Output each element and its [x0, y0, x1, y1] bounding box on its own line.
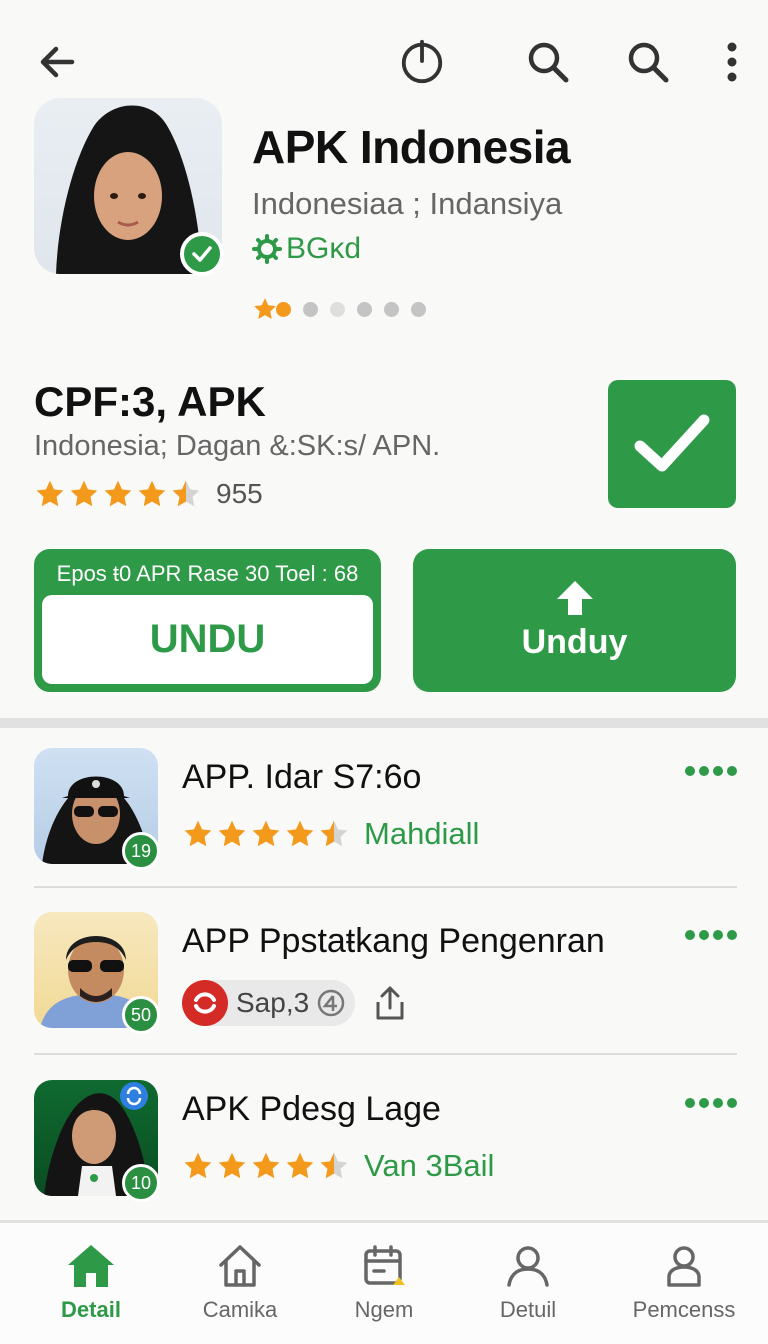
list-item-badge: 19: [122, 832, 160, 870]
star-icon: [70, 480, 98, 507]
bottom-navigation: Detail Camika Ngem Detuil Pemcenss: [0, 1223, 768, 1344]
nav-item-label: Ngem: [354, 1297, 414, 1322]
star-icon: [218, 1152, 246, 1179]
app-subtitle: Indonesiaa ; Indansiya: [252, 186, 563, 221]
nav-item-ngem[interactable]: Ngem: [309, 1223, 459, 1344]
list-item-badge: 10: [122, 1164, 160, 1202]
more-dots-icon[interactable]: [685, 766, 737, 776]
sync-badge-icon: [182, 980, 228, 1026]
star-icon: [254, 298, 276, 319]
power-icon[interactable]: [398, 38, 446, 86]
overflow-menu-icon[interactable]: [708, 38, 756, 86]
more-dots-icon[interactable]: [685, 1098, 737, 1108]
list-item-title: APK Pdesg Lage: [182, 1090, 441, 1128]
star-icon: [184, 1152, 212, 1179]
star-icon: [36, 480, 64, 507]
star-icon: [138, 480, 166, 507]
rating-dot: [276, 301, 291, 317]
section-divider: [0, 718, 768, 728]
list-item-meta: Sap,3: [182, 980, 405, 1026]
nav-item-label: Camika: [202, 1297, 278, 1322]
more-dots-icon[interactable]: [685, 930, 737, 940]
rating-dot: [411, 301, 426, 317]
share-icon[interactable]: [375, 986, 405, 1020]
half-star-icon: [320, 1152, 348, 1179]
developer-tag-label: BGĸd: [286, 232, 362, 265]
list-item-badge: 50: [122, 996, 160, 1034]
star-rating: 955: [34, 478, 263, 510]
star-icon: [184, 820, 212, 847]
installed-check-button[interactable]: [608, 380, 736, 508]
rating-dots: [252, 296, 426, 322]
app-name: CPF:3, APK: [34, 378, 266, 425]
upload-arrow-icon: [556, 581, 593, 615]
star-rating: Van 3Bail: [182, 1148, 494, 1184]
nav-item-pemcenss[interactable]: Pemcenss: [609, 1223, 759, 1344]
number-four-icon: [317, 989, 345, 1017]
nav-item-detuil[interactable]: Detuil: [453, 1223, 603, 1344]
star-rating: Mahdiall: [182, 816, 479, 852]
app-info: CPF:3, APK Indonesia; Dagan &:SK:s/ APN.…: [34, 372, 736, 522]
user-icon: [507, 1246, 549, 1287]
search-icon[interactable]: [524, 38, 572, 86]
rating-dot: [303, 301, 318, 317]
star-icon: [218, 820, 246, 847]
star-icon: [252, 820, 280, 847]
rating-dot: [357, 301, 372, 317]
half-star-icon: [320, 820, 348, 847]
back-arrow-icon[interactable]: [34, 38, 82, 86]
star-icon: [252, 1152, 280, 1179]
person-box-icon: [667, 1246, 701, 1287]
half-star-icon: [172, 480, 200, 507]
nav-item-detail[interactable]: Detail: [16, 1223, 166, 1344]
review-count: 955: [216, 478, 263, 509]
unduy-button[interactable]: Unduy: [413, 549, 736, 692]
list-item[interactable]: 19 APP. Idar S7:6o Mahdiall: [34, 728, 737, 870]
list-item-title: APP Ppstaŧkang Pengenran: [182, 922, 605, 960]
house-outline-icon: [219, 1245, 261, 1287]
nav-item-label: Detuil: [499, 1297, 557, 1322]
rating-dot: [384, 301, 399, 317]
calendar-icon: [364, 1245, 405, 1285]
star-icon: [286, 820, 314, 847]
undu-button[interactable]: Epos ŧ0 APR Rase 30 Toel : 68 UNDU: [34, 549, 381, 692]
list-item-title: APP. Idar S7:6o: [182, 758, 422, 796]
app-header: APK Indonesia Indonesiaa ; Indansiya BGĸ…: [34, 98, 734, 338]
developer-tag[interactable]: BGĸd: [252, 232, 361, 266]
undu-button-label: UNDU: [42, 595, 373, 684]
nav-item-camika[interactable]: Camika: [165, 1223, 315, 1344]
rating-dot: [330, 301, 345, 317]
search-icon[interactable]: [624, 38, 672, 86]
list-item-label: Mahdiall: [364, 816, 480, 851]
score-chip-label: Sap,3: [236, 987, 310, 1018]
list-item-label: Van 3Bail: [364, 1148, 495, 1183]
app-title: APK Indonesia: [252, 121, 571, 173]
checkmark-icon: [634, 414, 710, 472]
unduy-button-label: Unduy: [521, 623, 628, 661]
list-item[interactable]: 10 APK Pdesg Lage Van 3Bail: [34, 1060, 737, 1202]
gear-icon: [252, 234, 282, 264]
row-divider: [34, 1053, 737, 1055]
home-icon: [68, 1245, 114, 1287]
app-description: Indonesia; Dagan &:SK:s/ APN.: [34, 430, 441, 462]
nav-item-label: Detail: [61, 1297, 121, 1322]
download-meta: Epos ŧ0 APR Rase 30 Toel : 68: [56, 561, 359, 586]
score-chip[interactable]: Sap,3: [182, 980, 356, 1026]
star-icon: [104, 480, 132, 507]
nav-item-label: Pemcenss: [632, 1297, 736, 1322]
top-app-bar: [0, 0, 768, 110]
list-item[interactable]: 50 APP Ppstaŧkang Pengenran Sap,3: [34, 892, 737, 1034]
row-divider: [34, 886, 737, 888]
star-icon: [286, 1152, 314, 1179]
verified-check-icon: [180, 232, 224, 276]
